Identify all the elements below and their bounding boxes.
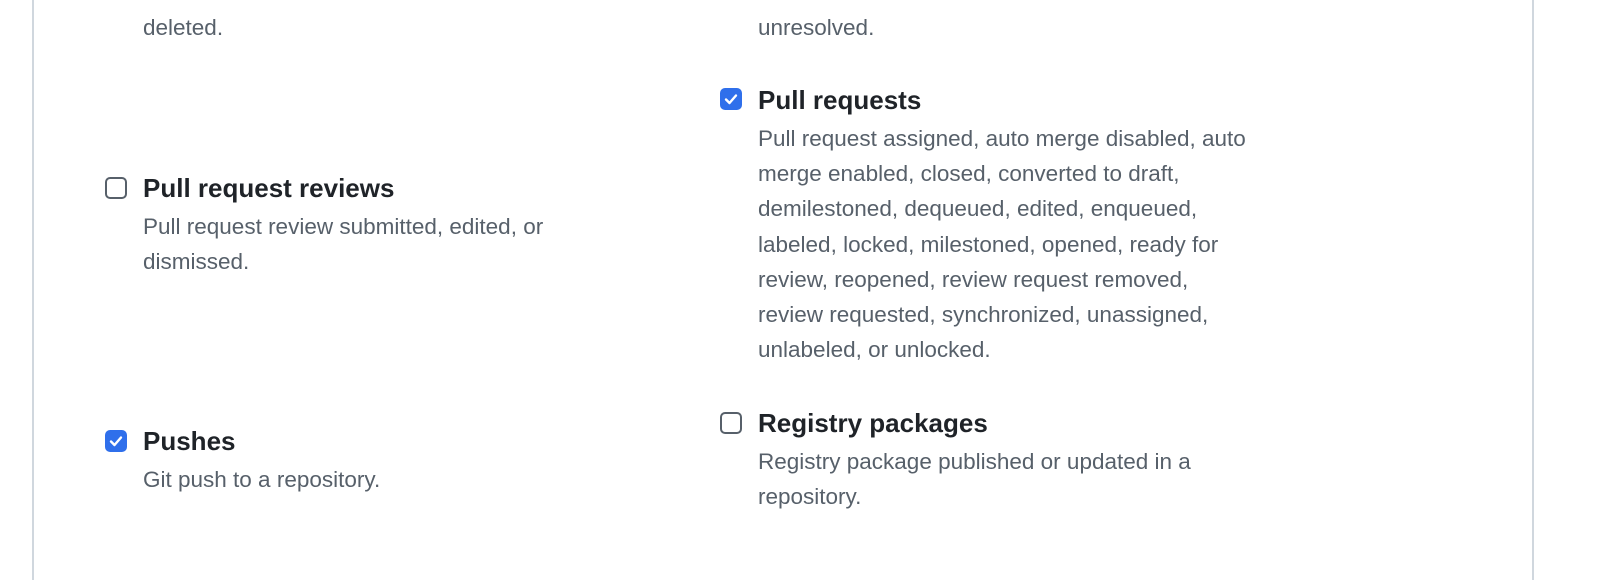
pull-request-reviews-title: Pull request reviews — [143, 173, 395, 203]
event-description-partial-left: deleted. — [143, 15, 224, 40]
pull-requests-checkbox[interactable] — [720, 88, 742, 110]
checkmark-icon — [724, 94, 738, 105]
pull-request-reviews-description: Pull request review submitted, edited, o… — [143, 214, 544, 275]
pull-request-reviews-checkbox[interactable] — [105, 177, 127, 199]
pull-requests-description: Pull request assigned, auto merge disabl… — [758, 126, 1246, 363]
registry-packages-checkbox[interactable] — [720, 412, 742, 434]
pull-requests-title: Pull requests — [758, 85, 922, 115]
pushes-description: Git push to a repository. — [143, 467, 381, 492]
event-description-partial-right: unresolved. — [758, 15, 875, 40]
pushes-checkbox[interactable] — [105, 430, 127, 452]
registry-packages-description: Registry package published or updated in… — [758, 449, 1191, 510]
registry-packages-title: Registry packages — [758, 408, 988, 438]
pushes-title: Pushes — [143, 426, 236, 456]
checkmark-icon — [109, 436, 123, 447]
